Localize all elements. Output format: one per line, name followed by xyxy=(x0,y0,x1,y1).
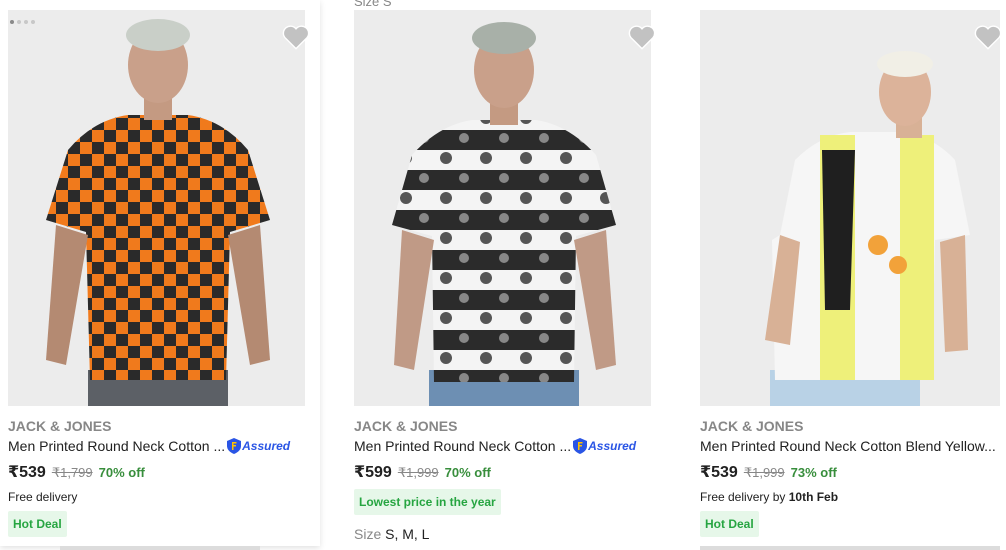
product-title[interactable]: Men Printed Round Neck Cotton ... xyxy=(8,438,225,454)
product-card[interactable]: JACK & JONES Men Printed Round Neck Cott… xyxy=(0,0,320,546)
image-carousel-dots[interactable] xyxy=(10,20,35,24)
deal-tag: Hot Deal xyxy=(8,511,67,537)
original-price: ₹1,999 xyxy=(397,465,439,480)
next-row-card-peek xyxy=(700,546,1000,550)
price-row: ₹539 ₹1,999 73% off xyxy=(700,462,837,482)
deal-tag: Hot Deal xyxy=(700,511,759,537)
product-title-row[interactable]: Men Printed Round Neck Cotton Blend Yell… xyxy=(700,438,996,454)
product-photo xyxy=(354,10,651,406)
assured-badge: Assured xyxy=(227,438,290,454)
carousel-dot[interactable] xyxy=(17,20,21,24)
product-image[interactable] xyxy=(700,10,1000,406)
size-label: Size xyxy=(354,526,382,542)
assured-label: Assured xyxy=(588,439,637,453)
product-photo xyxy=(8,10,305,406)
carousel-dot[interactable] xyxy=(10,20,14,24)
product-card[interactable]: JACK & JONES Men Printed Round Neck Cott… xyxy=(346,0,666,550)
selling-price: ₹599 xyxy=(354,464,392,481)
product-brand: JACK & JONES xyxy=(8,418,112,434)
delivery-info: Free delivery by 10th Feb xyxy=(700,490,838,504)
assured-shield-icon xyxy=(227,438,242,454)
price-row: ₹539 ₹1,799 70% off xyxy=(8,462,145,482)
product-photo xyxy=(700,10,1000,406)
discount-percent: 73% off xyxy=(790,465,837,480)
wishlist-heart-icon[interactable] xyxy=(282,24,310,50)
original-price: ₹1,999 xyxy=(743,465,785,480)
carousel-dot[interactable] xyxy=(31,20,35,24)
product-title[interactable]: Men Printed Round Neck Cotton ... xyxy=(354,438,571,454)
product-brand: JACK & JONES xyxy=(354,418,458,434)
selling-price: ₹539 xyxy=(700,464,738,481)
discount-percent: 70% off xyxy=(98,465,145,480)
size-values: S, M, L xyxy=(385,526,430,542)
next-row-card-peek xyxy=(60,546,260,550)
product-image[interactable] xyxy=(8,10,305,406)
assured-badge: Assured xyxy=(573,438,636,454)
product-title-row[interactable]: Men Printed Round Neck Cotton ... Assure… xyxy=(354,438,636,454)
product-brand: JACK & JONES xyxy=(700,418,804,434)
carousel-dot[interactable] xyxy=(24,20,28,24)
wishlist-heart-icon[interactable] xyxy=(628,24,656,50)
delivery-prefix: Free delivery by xyxy=(700,490,786,504)
deal-tag: Lowest price in the year xyxy=(354,489,501,515)
size-options: Size S, M, L xyxy=(354,526,429,542)
wishlist-heart-icon[interactable] xyxy=(974,24,1002,50)
delivery-info: Free delivery xyxy=(8,490,78,504)
discount-percent: 70% off xyxy=(444,465,491,480)
price-row: ₹599 ₹1,999 70% off xyxy=(354,462,491,482)
delivery-date: 10th Feb xyxy=(788,490,839,504)
product-title[interactable]: Men Printed Round Neck Cotton Blend Yell… xyxy=(700,438,996,454)
product-title-row[interactable]: Men Printed Round Neck Cotton ... Assure… xyxy=(8,438,290,454)
product-card[interactable]: JACK & JONES Men Printed Round Neck Cott… xyxy=(692,0,1006,550)
assured-shield-icon xyxy=(573,438,588,454)
assured-label: Assured xyxy=(242,439,291,453)
original-price: ₹1,799 xyxy=(51,465,93,480)
selling-price: ₹539 xyxy=(8,464,46,481)
product-image[interactable] xyxy=(354,10,651,406)
